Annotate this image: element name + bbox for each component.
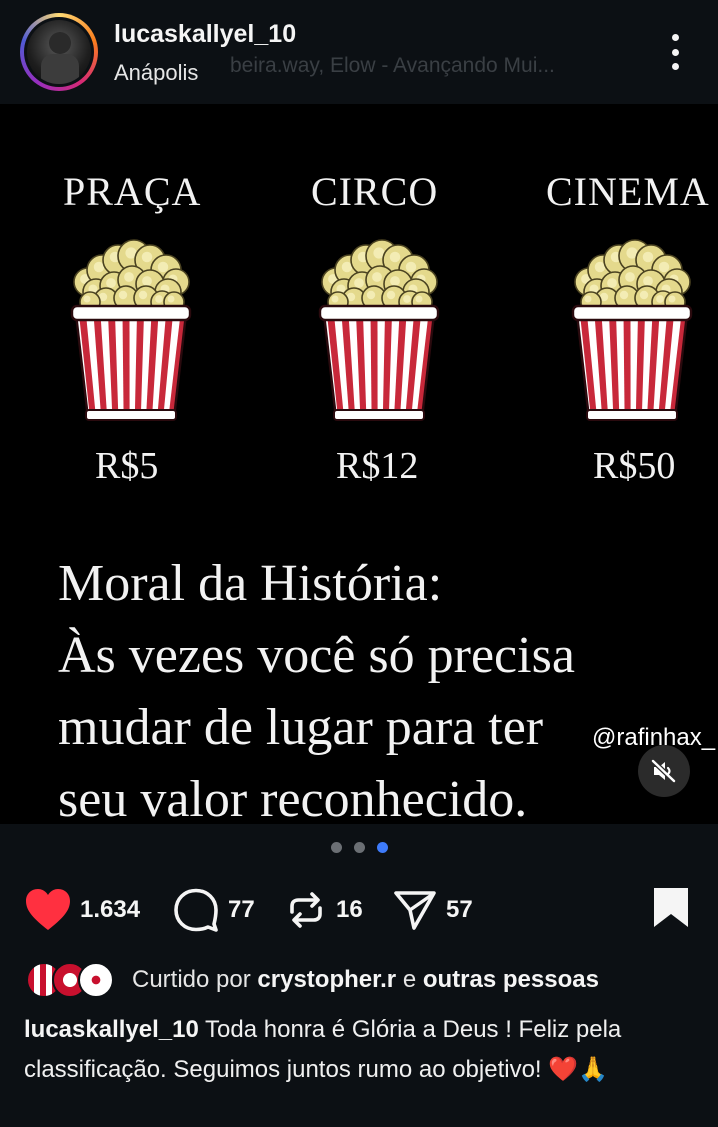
- share-button[interactable]: 57: [392, 884, 473, 936]
- music-overlay: beira.way, Elow - Avançando Mui...: [230, 54, 555, 77]
- price-label: R$5: [95, 445, 159, 487]
- more-dots-icon: [671, 34, 679, 41]
- like-count[interactable]: 1.634: [80, 896, 140, 924]
- repost-icon: [290, 892, 322, 928]
- send-icon: [394, 891, 436, 930]
- mute-button[interactable]: [638, 745, 690, 797]
- post-location[interactable]: Anápolis: [114, 60, 198, 86]
- post-username[interactable]: lucaskallyel_10: [114, 20, 296, 49]
- moral-line: mudar de lugar para ter: [58, 699, 544, 756]
- bookmark-icon: [654, 888, 688, 927]
- profile-avatar[interactable]: [20, 13, 98, 91]
- share-count[interactable]: 57: [446, 896, 473, 924]
- venue-label: PRAÇA: [63, 169, 202, 214]
- repost-count[interactable]: 16: [336, 896, 363, 924]
- liked-by-text: Curtido por crystopher.r e outras pessoa…: [132, 966, 599, 994]
- repost-button[interactable]: 16: [284, 884, 363, 936]
- liked-by-prefix: Curtido por: [132, 966, 251, 993]
- moral-line: Moral da História:: [58, 555, 443, 612]
- venue-label: CINEMA: [546, 169, 710, 214]
- liked-by-row[interactable]: Curtido por crystopher.r e outras pessoa…: [26, 958, 599, 1002]
- speaker-muted-icon: [651, 759, 676, 783]
- comment-bubble-icon: [174, 888, 218, 932]
- moral-line: seu valor reconhecido.: [58, 771, 528, 824]
- caption-author[interactable]: lucaskallyel_10: [24, 1016, 199, 1043]
- price-label: R$50: [593, 445, 676, 487]
- carousel-dot: [330, 842, 342, 853]
- comment-count[interactable]: 77: [228, 896, 255, 924]
- liked-by-others[interactable]: outras pessoas: [423, 966, 599, 993]
- carousel-dot: [353, 842, 365, 853]
- popcorn-bucket-icon: [70, 239, 192, 421]
- liked-by-user[interactable]: crystopher.r: [257, 966, 396, 993]
- save-button[interactable]: [650, 886, 692, 928]
- more-options-button[interactable]: [662, 34, 688, 70]
- moral-line: Às vezes você só precisa: [58, 627, 575, 684]
- liker-avatar[interactable]: [78, 962, 114, 998]
- post-media[interactable]: PRAÇA CIRCO CINEMA R$5 R$12 R$50 Moral d…: [0, 104, 718, 824]
- post-caption: lucaskallyel_10 Toda honra é Glória a De…: [24, 1010, 704, 1090]
- action-bar: 1.634 77 16 57: [0, 884, 718, 936]
- price-label: R$12: [336, 445, 419, 487]
- comment-button[interactable]: 77: [172, 884, 255, 936]
- venue-label: CIRCO: [311, 169, 439, 214]
- heart-icon: [26, 889, 70, 930]
- popcorn-bucket-icon: [318, 239, 440, 421]
- moral-text: Moral da História: Às vezes você só prec…: [58, 548, 575, 824]
- liked-by-joiner: e: [402, 966, 417, 993]
- carousel-dot-active: [376, 842, 388, 853]
- carousel-indicator: [0, 842, 718, 853]
- popcorn-bucket-icon: [571, 239, 693, 421]
- like-button[interactable]: 1.634: [24, 884, 140, 936]
- post-header: beira.way, Elow - Avançando Mui... lucas…: [0, 0, 718, 104]
